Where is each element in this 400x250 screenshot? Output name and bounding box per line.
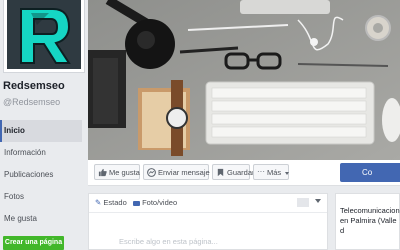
save-button[interactable]: Guardar <box>212 164 255 180</box>
tab-status[interactable]: ✎ Estado <box>95 198 127 207</box>
sidebar-item-publicaciones[interactable]: Publicaciones <box>0 164 82 186</box>
messenger-icon <box>147 168 156 177</box>
create-page-button[interactable]: Crear una página <box>3 236 64 250</box>
post-composer: ✎ Estado Foto/video Escribe algo en esta… <box>88 193 328 250</box>
like-page-button[interactable]: Me gusta <box>94 164 140 180</box>
send-message-button[interactable]: Enviar mensaje <box>143 164 210 180</box>
more-button[interactable]: ··· Más <box>253 164 290 180</box>
cover-image <box>88 0 400 160</box>
more-dots-icon: ··· <box>257 167 265 176</box>
profile-picture[interactable] <box>4 0 84 72</box>
primary-cta-button[interactable]: Co <box>340 163 400 182</box>
composer-thumbnail <box>297 198 309 207</box>
composer-tabs: ✎ Estado Foto/video <box>89 194 327 213</box>
sidebar-nav: Inicio Información Publicaciones Fotos M… <box>0 120 82 230</box>
bookmark-icon <box>217 168 224 177</box>
send-message-label: Enviar mensaje <box>158 168 210 177</box>
chevron-down-icon[interactable] <box>315 199 321 203</box>
pencil-icon: ✎ <box>95 198 102 207</box>
page-handle[interactable]: @Redsemseo <box>3 97 60 107</box>
about-category-line2[interactable]: en Palmira (Valle d <box>340 216 399 236</box>
tab-photo-video[interactable]: Foto/video <box>133 198 177 207</box>
thumbs-up-icon <box>98 168 107 177</box>
sidebar-item-me-gusta[interactable]: Me gusta <box>0 208 82 230</box>
page-name[interactable]: Redsemseo <box>3 80 65 92</box>
sidebar-item-fotos[interactable]: Fotos <box>0 186 82 208</box>
more-label: Más <box>267 168 282 177</box>
about-category-line1[interactable]: Telecomunicaciones <box>340 206 400 216</box>
redsemseo-logo <box>7 0 81 69</box>
sidebar-item-informacion[interactable]: Información <box>0 142 82 164</box>
tab-photo-label: Foto/video <box>142 198 178 207</box>
composer-input[interactable]: Escribe algo en esta página... <box>119 237 218 246</box>
like-label: Me gusta <box>109 168 140 177</box>
tab-status-label: Estado <box>103 198 127 207</box>
about-card: Telecomunicaciones en Palmira (Valle d <box>335 193 400 250</box>
camera-icon <box>133 200 140 206</box>
sidebar-item-inicio[interactable]: Inicio <box>0 120 82 142</box>
save-label[interactable]: Guardar <box>227 168 255 177</box>
cover-photo[interactable] <box>88 0 400 160</box>
chevron-down-icon <box>285 171 290 175</box>
